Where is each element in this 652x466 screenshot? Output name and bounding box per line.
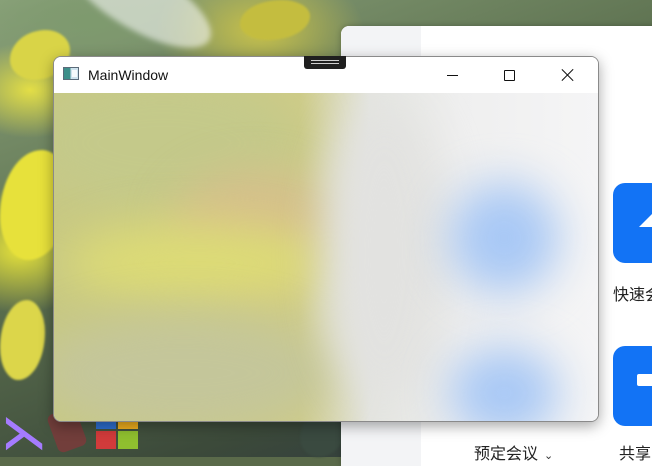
- grid-cell-green: [118, 431, 138, 449]
- wallpaper-leaf: [0, 300, 45, 380]
- blurred-backdrop-blob: [324, 103, 444, 403]
- maximize-button[interactable]: [486, 57, 532, 93]
- schedule-meeting-label: 预定会议: [474, 446, 539, 463]
- blurred-blue-blob: [449, 183, 559, 293]
- share-screen-label[interactable]: 共享: [619, 440, 651, 464]
- share-screen-icon: [637, 374, 652, 386]
- window-title: MainWindow: [88, 67, 169, 83]
- quick-meeting-tile[interactable]: [613, 183, 652, 263]
- acrylic-client-area: [54, 93, 598, 421]
- maximize-icon: [503, 69, 515, 81]
- drag-handle-line: [311, 60, 339, 61]
- main-window[interactable]: MainWindow: [53, 56, 599, 422]
- minimize-icon: [446, 74, 458, 76]
- close-icon: [561, 69, 573, 81]
- chevron-down-icon: ⌄: [544, 450, 554, 462]
- blurred-backdrop-blob: [64, 223, 334, 303]
- blurred-blue-blob: [449, 348, 559, 421]
- minimize-button[interactable]: [429, 57, 475, 93]
- blurred-backdrop-blob: [54, 313, 334, 421]
- drag-handle-line: [311, 63, 339, 64]
- upload-arrow-icon: [639, 213, 652, 227]
- wallpaper-leaf: [240, 0, 310, 40]
- drag-handle[interactable]: [304, 56, 346, 69]
- colored-grid-icon[interactable]: [96, 419, 142, 457]
- grid-cell-red: [96, 431, 116, 449]
- quick-meeting-label[interactable]: 快速会: [613, 281, 652, 305]
- close-button[interactable]: [544, 57, 590, 93]
- share-screen-tile[interactable]: [613, 346, 652, 426]
- visual-studio-icon[interactable]: ⋋: [0, 408, 48, 457]
- window-app-icon: [63, 67, 79, 80]
- schedule-meeting-button[interactable]: 预定会议 ⌄: [474, 440, 553, 464]
